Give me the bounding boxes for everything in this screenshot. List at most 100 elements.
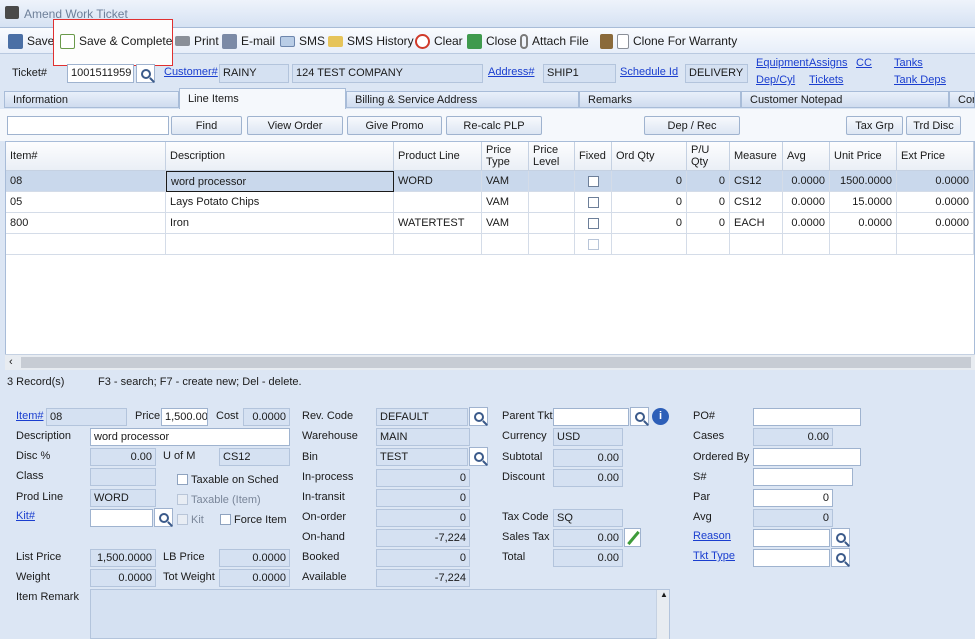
- recalc-plp-button[interactable]: Re-calc PLP: [446, 116, 542, 135]
- equipment-link[interactable]: Equipment: [756, 57, 809, 69]
- save-button[interactable]: Save: [8, 31, 54, 51]
- cell-price-level[interactable]: [529, 192, 575, 213]
- cell-item[interactable]: 800: [6, 213, 166, 234]
- tkt-type-input[interactable]: [753, 549, 830, 567]
- address-link[interactable]: Address#: [488, 66, 534, 78]
- description-input[interactable]: word processor: [90, 428, 290, 446]
- sms-button[interactable]: SMS: [280, 31, 325, 51]
- edit-tax-button[interactable]: [624, 528, 641, 547]
- cell-avg[interactable]: 0.0000: [783, 171, 830, 192]
- clone-warranty-button[interactable]: Clone For Warranty: [600, 31, 737, 51]
- s-number-input[interactable]: [753, 468, 853, 486]
- cell-pu-qty[interactable]: [687, 234, 730, 255]
- price-input[interactable]: 1,500.00: [161, 408, 208, 426]
- customer-link[interactable]: Customer#: [164, 66, 218, 78]
- cell-unit-price[interactable]: [830, 234, 897, 255]
- cell-product-line[interactable]: WATERTEST: [394, 213, 482, 234]
- col-header-price-level[interactable]: Price Level: [529, 142, 575, 171]
- cell-avg[interactable]: 0.0000: [783, 192, 830, 213]
- tab-remarks[interactable]: Remarks: [579, 91, 741, 108]
- cell-ord-qty[interactable]: [612, 234, 687, 255]
- find-button[interactable]: Find: [171, 116, 242, 135]
- scrollbar-thumb[interactable]: [21, 357, 971, 368]
- depcyl-link[interactable]: Dep/Cyl: [756, 74, 795, 86]
- email-button[interactable]: E-mail: [222, 31, 275, 51]
- reason-search-button[interactable]: [831, 528, 850, 547]
- ordered-by-input[interactable]: [753, 448, 861, 466]
- tax-grp-button[interactable]: Tax Grp: [846, 116, 903, 135]
- taxable-sched-checkbox[interactable]: [177, 474, 188, 485]
- cell-measure[interactable]: [730, 234, 783, 255]
- dep-rec-button[interactable]: Dep / Rec: [644, 116, 740, 135]
- tab-com[interactable]: Com: [949, 91, 975, 108]
- bin-search-button[interactable]: [469, 447, 488, 466]
- cell-fixed[interactable]: [575, 213, 612, 234]
- cell-fixed[interactable]: [575, 234, 612, 255]
- col-header-product-line[interactable]: Product Line: [394, 142, 482, 171]
- col-header-price-type[interactable]: Price Type: [482, 142, 529, 171]
- cell-item[interactable]: 05: [6, 192, 166, 213]
- rev-code-search-button[interactable]: [469, 407, 488, 426]
- cell-product-line[interactable]: [394, 234, 482, 255]
- fixed-checkbox[interactable]: [587, 175, 599, 187]
- col-header-ext-price[interactable]: Ext Price: [897, 142, 974, 171]
- find-input[interactable]: [7, 116, 169, 135]
- col-header-measure[interactable]: Measure: [730, 142, 783, 171]
- scroll-up-icon[interactable]: ▲: [660, 590, 668, 599]
- parent-tkt-search-button[interactable]: [630, 407, 649, 426]
- kit-input[interactable]: [90, 509, 153, 527]
- cell-price-level[interactable]: [529, 213, 575, 234]
- col-header-unit-price[interactable]: Unit Price: [830, 142, 897, 171]
- cell-unit-price[interactable]: 15.0000: [830, 192, 897, 213]
- tkt-type-search-button[interactable]: [831, 548, 850, 567]
- cell-product-line[interactable]: [394, 192, 482, 213]
- cell-ext-price[interactable]: 0.0000: [897, 192, 974, 213]
- tab-billing-service-address[interactable]: Billing & Service Address: [346, 91, 579, 108]
- clear-button[interactable]: Clear: [415, 31, 463, 51]
- reason-input[interactable]: [753, 529, 830, 547]
- view-order-button[interactable]: View Order: [247, 116, 343, 135]
- cell-ext-price[interactable]: 0.0000: [897, 171, 974, 192]
- item-link[interactable]: Item#: [16, 410, 44, 422]
- ticket-search-button[interactable]: [136, 64, 155, 83]
- cc-link[interactable]: CC: [856, 57, 872, 69]
- parent-tkt-input[interactable]: [553, 408, 629, 426]
- close-button[interactable]: Close: [467, 31, 517, 51]
- kit-link[interactable]: Kit#: [16, 510, 35, 522]
- tab-information[interactable]: Information: [4, 91, 179, 108]
- cell-price-level[interactable]: [529, 171, 575, 192]
- cell-pu-qty[interactable]: 0: [687, 213, 730, 234]
- attach-file-button[interactable]: Attach File: [520, 31, 589, 51]
- cell-ord-qty[interactable]: 0: [612, 213, 687, 234]
- par-input[interactable]: 0: [753, 489, 833, 507]
- cell-avg[interactable]: 0.0000: [783, 213, 830, 234]
- scroll-left-icon[interactable]: ‹: [9, 356, 13, 368]
- cell-unit-price[interactable]: 0.0000: [830, 213, 897, 234]
- ticket-input[interactable]: 1001511959: [67, 64, 134, 83]
- col-header-description[interactable]: Description: [166, 142, 394, 171]
- cell-unit-price[interactable]: 1500.0000: [830, 171, 897, 192]
- cell-price-level[interactable]: [529, 234, 575, 255]
- fixed-checkbox[interactable]: [587, 238, 599, 250]
- cell-price-type[interactable]: VAM: [482, 171, 529, 192]
- cell-item[interactable]: [6, 234, 166, 255]
- force-item-checkbox[interactable]: [220, 514, 231, 525]
- info-icon[interactable]: i: [652, 408, 669, 425]
- tab-line-items[interactable]: Line Items: [179, 88, 346, 109]
- kit-search-button[interactable]: [154, 508, 173, 527]
- col-header-avg[interactable]: Avg: [783, 142, 830, 171]
- trd-disc-button[interactable]: Trd Disc: [906, 116, 961, 135]
- tanks-link[interactable]: Tanks: [894, 57, 923, 69]
- assigns-link[interactable]: Assigns: [809, 57, 848, 69]
- item-remark-textarea[interactable]: [90, 589, 670, 639]
- sms-history-button[interactable]: SMS History: [328, 31, 414, 51]
- print-button[interactable]: Print: [175, 31, 219, 51]
- save-complete-button[interactable]: Save & Complete: [60, 31, 172, 51]
- cell-description[interactable]: Iron: [166, 213, 394, 234]
- cell-price-type[interactable]: [482, 234, 529, 255]
- cell-measure[interactable]: CS12: [730, 171, 783, 192]
- cell-product-line[interactable]: WORD: [394, 171, 482, 192]
- remark-scrollbar[interactable]: ▲: [656, 590, 669, 639]
- col-header-item[interactable]: Item#: [6, 142, 166, 171]
- col-header-pu-qty[interactable]: P/U Qty: [687, 142, 730, 171]
